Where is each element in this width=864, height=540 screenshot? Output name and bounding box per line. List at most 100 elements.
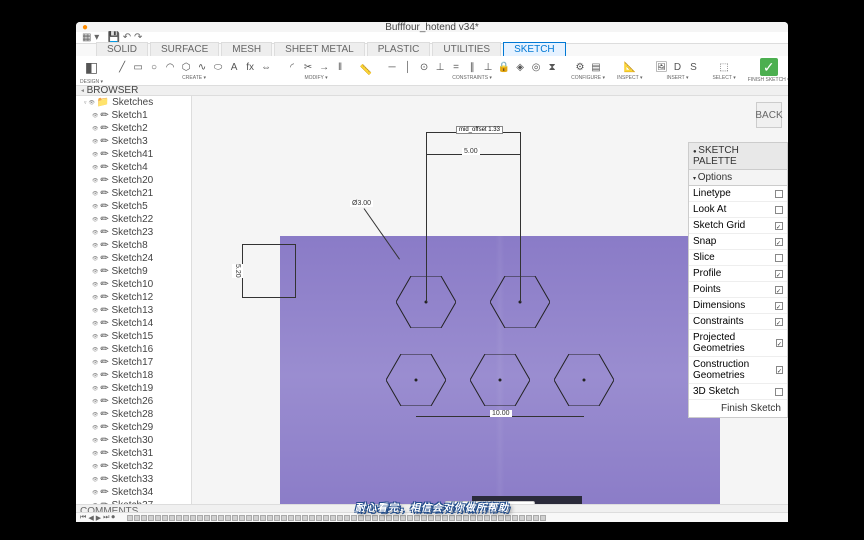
tree-item-sketch15[interactable]: 👁 ✏ Sketch15 xyxy=(76,330,191,343)
timeline-feature[interactable] xyxy=(344,515,350,521)
palette-section[interactable]: ▾ Options xyxy=(689,170,787,186)
palette-option-construction-geometries[interactable]: Construction Geometries xyxy=(689,357,787,384)
tree-sketches[interactable]: ▿👁 📁 Sketches xyxy=(76,96,191,109)
select-icon[interactable]: ⬚ xyxy=(717,60,731,74)
slot-icon[interactable]: ⬭ xyxy=(211,60,225,74)
fillet-icon[interactable]: ◜ xyxy=(285,60,299,74)
timeline-feature[interactable] xyxy=(498,515,504,521)
palette-option-sketch-grid[interactable]: Sketch Grid xyxy=(689,218,787,234)
sym-icon[interactable]: ⧗ xyxy=(545,60,559,74)
circle-icon[interactable]: ○ xyxy=(147,60,161,74)
conc-icon[interactable]: ◎ xyxy=(529,60,543,74)
timeline-feature[interactable] xyxy=(204,515,210,521)
tree-item-sketch28[interactable]: 👁 ✏ Sketch28 xyxy=(76,408,191,421)
tree-item-sketch8[interactable]: 👁 ✏ Sketch8 xyxy=(76,239,191,252)
tab-sheet metal[interactable]: SHEET METAL xyxy=(274,42,365,56)
ribbon-label[interactable]: CONFIGURE ▾ xyxy=(571,75,605,81)
timeline-feature[interactable] xyxy=(358,515,364,521)
tree-item-sketch18[interactable]: 👁 ✏ Sketch18 xyxy=(76,369,191,382)
manage-icon[interactable]: ⚙ xyxy=(573,60,587,74)
tree-item-sketch9[interactable]: 👁 ✏ Sketch9 xyxy=(76,265,191,278)
timeline-feature[interactable] xyxy=(288,515,294,521)
trim-icon[interactable]: ✂ xyxy=(301,60,315,74)
timeline-feature[interactable] xyxy=(260,515,266,521)
timeline-control[interactable]: ◀ xyxy=(88,514,93,522)
parallel-icon[interactable]: ∥ xyxy=(465,60,479,74)
view-cube[interactable]: BACK xyxy=(756,102,782,128)
palette-option-snap[interactable]: Snap xyxy=(689,234,787,250)
arc-icon[interactable]: ◠ xyxy=(163,60,177,74)
timeline-feature[interactable] xyxy=(456,515,462,521)
timeline-feature[interactable] xyxy=(176,515,182,521)
tree-item-sketch41[interactable]: 👁 ✏ Sketch41 xyxy=(76,148,191,161)
tree-item-sketch12[interactable]: 👁 ✏ Sketch12 xyxy=(76,291,191,304)
timeline-feature[interactable] xyxy=(407,515,413,521)
dim-width-top[interactable]: 5.00 xyxy=(462,148,480,155)
timeline-feature[interactable] xyxy=(309,515,315,521)
tab-plastic[interactable]: PLASTIC xyxy=(367,42,431,56)
text-icon[interactable]: A xyxy=(227,60,241,74)
palette-option-look-at[interactable]: Look At xyxy=(689,202,787,218)
timeline-feature[interactable] xyxy=(302,515,308,521)
ribbon-label[interactable]: INSPECT ▾ xyxy=(617,75,642,81)
comments-bar[interactable]: COMMENTS xyxy=(76,504,788,512)
timeline-feature[interactable] xyxy=(162,515,168,521)
tangent-icon[interactable]: ⊥ xyxy=(433,60,447,74)
tree-item-sketch16[interactable]: 👁 ✏ Sketch16 xyxy=(76,343,191,356)
timeline-feature[interactable] xyxy=(267,515,273,521)
tab-sketch[interactable]: SKETCH xyxy=(503,42,566,56)
timeline-feature[interactable] xyxy=(512,515,518,521)
timeline-feature[interactable] xyxy=(218,515,224,521)
tree-item-sketch13[interactable]: 👁 ✏ Sketch13 xyxy=(76,304,191,317)
browser-panel[interactable]: ▿👁 📁 Sketches👁 ✏ Sketch1👁 ✏ Sketch2👁 ✏ S… xyxy=(76,96,192,522)
timeline-feature[interactable] xyxy=(316,515,322,521)
perp-icon[interactable]: ⊥ xyxy=(481,60,495,74)
tree-item-sketch3[interactable]: 👁 ✏ Sketch3 xyxy=(76,135,191,148)
horiz-icon[interactable]: ─ xyxy=(385,60,399,74)
tree-item-sketch4[interactable]: 👁 ✏ Sketch4 xyxy=(76,161,191,174)
hexagon-5[interactable] xyxy=(554,354,614,406)
coinc-icon[interactable]: ⊙ xyxy=(417,60,431,74)
tree-item-sketch33[interactable]: 👁 ✏ Sketch33 xyxy=(76,473,191,486)
timeline-feature[interactable] xyxy=(470,515,476,521)
design-icon[interactable]: ◧ xyxy=(81,56,103,78)
timeline-feature[interactable] xyxy=(134,515,140,521)
timeline-feature[interactable] xyxy=(477,515,483,521)
tree-item-sketch22[interactable]: 👁 ✏ Sketch22 xyxy=(76,213,191,226)
fx-icon[interactable]: fx xyxy=(243,60,257,74)
ribbon-label[interactable]: FINISH SKETCH ▾ xyxy=(748,77,788,83)
ribbon-label[interactable]: MODIFY ▾ xyxy=(304,75,327,81)
measure-icon[interactable]: 📐 xyxy=(623,60,637,74)
timeline-feature[interactable] xyxy=(183,515,189,521)
timeline-feature[interactable] xyxy=(197,515,203,521)
timeline-feature[interactable] xyxy=(351,515,357,521)
timeline-feature[interactable] xyxy=(337,515,343,521)
tree-item-sketch2[interactable]: 👁 ✏ Sketch2 xyxy=(76,122,191,135)
timeline-feature[interactable] xyxy=(190,515,196,521)
line-icon[interactable]: ╱ xyxy=(115,60,129,74)
finish-icon[interactable]: ✓ xyxy=(760,58,778,76)
timeline-feature[interactable] xyxy=(519,515,525,521)
timeline-feature[interactable] xyxy=(414,515,420,521)
timeline-feature[interactable] xyxy=(127,515,133,521)
ribbon-label[interactable]: SELECT ▾ xyxy=(712,75,735,81)
tree-item-sketch14[interactable]: 👁 ✏ Sketch14 xyxy=(76,317,191,330)
dxf-icon[interactable]: D xyxy=(670,60,684,74)
fix-icon[interactable]: 🔒 xyxy=(497,60,511,74)
tree-item-sketch5[interactable]: 👁 ✏ Sketch5 xyxy=(76,200,191,213)
sketch-palette[interactable]: ● SKETCH PALETTE ▾ Options LinetypeLook … xyxy=(688,142,788,418)
rect-icon[interactable]: ▭ xyxy=(131,60,145,74)
timeline-feature[interactable] xyxy=(463,515,469,521)
offset-icon[interactable]: ‖ xyxy=(333,60,347,74)
svg-icon[interactable]: S xyxy=(686,60,700,74)
tree-item-sketch23[interactable]: 👁 ✏ Sketch23 xyxy=(76,226,191,239)
timeline-feature[interactable] xyxy=(533,515,539,521)
tree-item-sketch20[interactable]: 👁 ✏ Sketch20 xyxy=(76,174,191,187)
tree-item-sketch34[interactable]: 👁 ✏ Sketch34 xyxy=(76,486,191,499)
timeline-feature[interactable] xyxy=(540,515,546,521)
canvas[interactable]: BACK mid_offset 1.33 5.00 xyxy=(192,96,788,522)
timeline-feature[interactable] xyxy=(505,515,511,521)
ribbon-label[interactable]: CONSTRAINTS ▾ xyxy=(452,75,492,81)
tree-item-sketch19[interactable]: 👁 ✏ Sketch19 xyxy=(76,382,191,395)
timeline-feature[interactable] xyxy=(442,515,448,521)
